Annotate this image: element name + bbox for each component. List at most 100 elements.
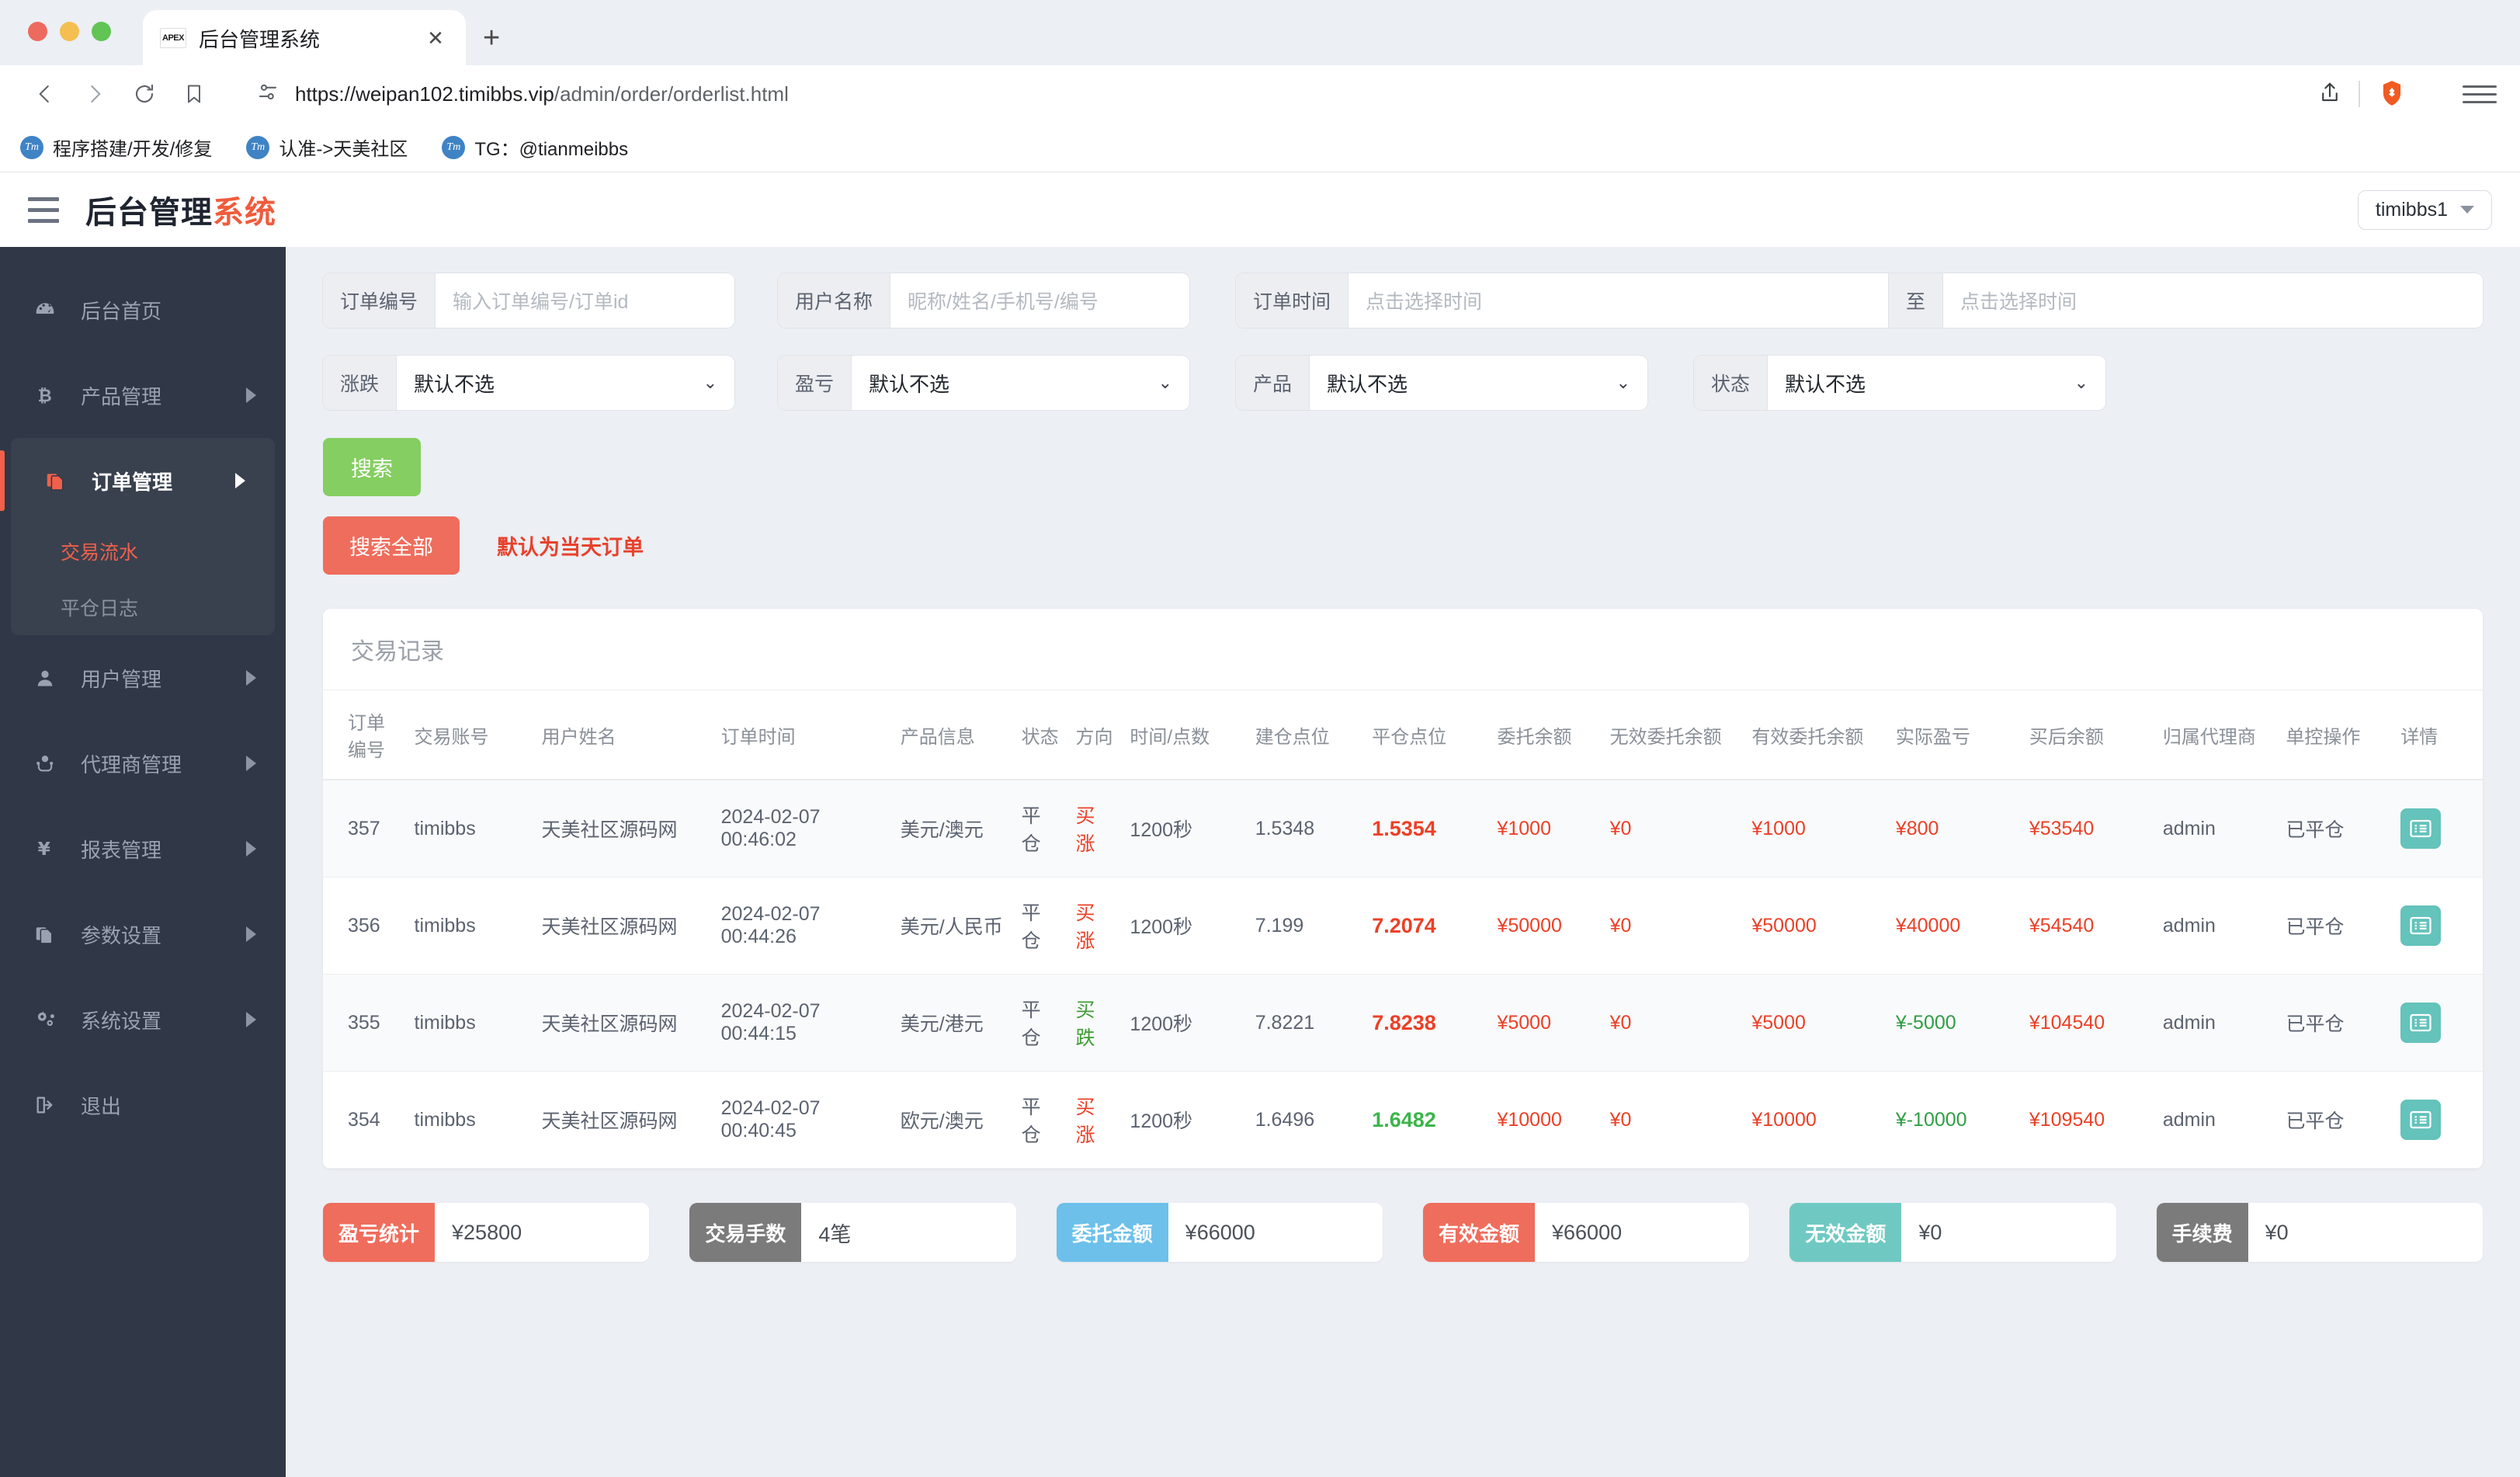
filter-label-user-name: 用户名称 <box>778 273 891 328</box>
sidebar-subitem-label: 交易流水 <box>61 542 139 564</box>
stat-label: 委托金额 <box>1056 1203 1168 1262</box>
user-menu-label: timibbs1 <box>2375 198 2448 221</box>
agent-icon <box>30 752 61 774</box>
stat-label: 手续费 <box>2156 1203 2248 1262</box>
browser-tab[interactable]: APEX 后台管理系统 ✕ <box>143 10 466 66</box>
page-content: 后台管理系统 timibbs1 后台首页 ₿ 产品管理 订单管理 交易流水 平仓… <box>0 172 2520 1477</box>
detail-icon[interactable] <box>2400 905 2442 946</box>
order-no-input[interactable]: 输入订单编号/订单id <box>436 273 734 328</box>
chevron-right-icon <box>235 473 245 488</box>
close-tab-icon[interactable]: ✕ <box>422 26 449 50</box>
site-settings-icon[interactable] <box>256 81 279 108</box>
brave-shields-icon[interactable] <box>2377 78 2408 109</box>
back-icon[interactable] <box>23 72 67 116</box>
chevron-right-icon <box>246 1012 256 1027</box>
col-detail: 详情 <box>2393 690 2483 780</box>
filter-order-time[interactable]: 订单时间 点击选择时间 至 点击选择时间 <box>1236 273 2483 328</box>
order-time-to-input[interactable]: 点击选择时间 <box>1943 273 2483 328</box>
filter-label-order-time: 订单时间 <box>1236 273 1349 328</box>
sidebar-item-order-management[interactable]: 订单管理 <box>0 438 275 523</box>
yen-icon: ¥ <box>30 837 61 860</box>
sidebar-toggle-icon[interactable] <box>28 196 59 223</box>
user-name-input[interactable]: 昵称/姓名/手机号/编号 <box>890 273 1189 328</box>
sidebar-subitem-close-log[interactable]: 平仓日志 <box>11 579 275 635</box>
cell-invalid-entrust: ¥0 <box>1602 877 1744 975</box>
close-window-button[interactable] <box>28 22 47 41</box>
sidebar-item-logout[interactable]: 退出 <box>0 1062 286 1148</box>
sidebar-item-products[interactable]: ₿ 产品管理 <box>0 353 286 438</box>
bitcoin-icon: ₿ <box>30 384 61 407</box>
sidebar: 后台首页 ₿ 产品管理 订单管理 交易流水 平仓日志 用户管理 代理商管理 ¥ … <box>0 247 286 1477</box>
cell-entrust: ¥50000 <box>1489 877 1602 975</box>
minimize-window-button[interactable] <box>60 22 79 41</box>
status-select[interactable]: 默认不选 ⌄ <box>1768 356 2105 410</box>
sidebar-item-params[interactable]: 参数设置 <box>0 891 286 977</box>
table-row[interactable]: 357 timibbs 天美社区源码网 2024-02-07 00:46:02 美元/澳… <box>323 780 2483 878</box>
col-valid-entrust: 有效委托余额 <box>1744 690 1888 780</box>
bookmark-item-0[interactable]: Tm 程序搭建/开发/修复 <box>20 134 212 161</box>
cell-valid-entrust: ¥1000 <box>1744 780 1888 878</box>
sidebar-item-reports[interactable]: ¥ 报表管理 <box>0 806 286 891</box>
address-bar[interactable]: https://weipan102.timibbs.vip/admin/orde… <box>236 71 2428 116</box>
filter-user-name[interactable]: 用户名称 昵称/姓名/手机号/编号 <box>778 273 1189 328</box>
sidebar-item-agents[interactable]: 代理商管理 <box>0 721 286 806</box>
tab-favicon-icon: APEX <box>160 28 186 48</box>
cell-real-pl: ¥800 <box>1887 780 2022 878</box>
filter-product[interactable]: 产品 默认不选 ⌄ <box>1236 356 1647 410</box>
bookmark-favicon-icon: Tm <box>442 135 466 159</box>
cell-real-pl: ¥-5000 <box>1887 974 2022 1072</box>
cell-order-no: 357 <box>323 780 407 878</box>
chevron-down-icon: ⌄ <box>2074 373 2088 392</box>
col-user-name: 用户姓名 <box>533 690 713 780</box>
chevron-down-icon: ⌄ <box>1158 373 1172 392</box>
cell-account: timibbs <box>406 780 534 878</box>
browser-window: APEX 后台管理系统 ✕ + https://weipan102.timibb… <box>0 0 2520 1477</box>
col-order-time: 订单时间 <box>713 690 893 780</box>
updown-select[interactable]: 默认不选 ⌄ <box>397 356 734 410</box>
filter-status[interactable]: 状态 默认不选 ⌄ <box>1694 356 2105 410</box>
col-status: 状态 <box>1013 690 1068 780</box>
reload-icon[interactable] <box>123 72 166 116</box>
detail-icon[interactable] <box>2400 808 2442 849</box>
detail-icon[interactable] <box>2400 1003 2442 1043</box>
chevron-down-icon: ⌄ <box>703 373 717 392</box>
updown-select-value: 默认不选 <box>414 372 495 396</box>
search-all-row: 搜索全部 默认为当天订单 <box>323 516 2483 575</box>
sidebar-subitem-transaction-flow[interactable]: 交易流水 <box>11 523 275 579</box>
profit-loss-select[interactable]: 默认不选 ⌄ <box>852 356 1189 410</box>
bookmark-label: 程序搭建/开发/修复 <box>53 139 213 160</box>
filter-label-profit-loss: 盈亏 <box>778 356 852 410</box>
sidebar-item-users[interactable]: 用户管理 <box>0 635 286 721</box>
table-row[interactable]: 356 timibbs 天美社区源码网 2024-02-07 00:44:26 美元/人… <box>323 877 2483 975</box>
sidebar-item-dashboard[interactable]: 后台首页 <box>0 267 286 353</box>
sidebar-item-system-settings[interactable]: 系统设置 <box>0 977 286 1062</box>
maximize-window-button[interactable] <box>92 22 111 41</box>
cell-single-control: 已平仓 <box>2278 974 2393 1072</box>
chevron-right-icon <box>246 387 256 403</box>
stat-value: ¥0 <box>1901 1203 2116 1262</box>
search-all-button[interactable]: 搜索全部 <box>323 516 460 575</box>
cell-duration: 1200秒 <box>1122 1071 1248 1169</box>
tab-title: 后台管理系统 <box>199 27 321 51</box>
table-row[interactable]: 355 timibbs 天美社区源码网 2024-02-07 00:44:15 美元/港… <box>323 974 2483 1072</box>
share-icon[interactable] <box>2318 81 2341 108</box>
table-row[interactable]: 354 timibbs 天美社区源码网 2024-02-07 00:40:45 欧元/澳… <box>323 1071 2483 1169</box>
cell-product: 欧元/澳元 <box>892 1071 1014 1169</box>
forward-icon[interactable] <box>73 72 116 116</box>
filter-order-no[interactable]: 订单编号 输入订单编号/订单id <box>323 273 734 328</box>
filter-profit-loss[interactable]: 盈亏 默认不选 ⌄ <box>778 356 1189 410</box>
bookmark-icon[interactable] <box>172 72 216 116</box>
profit-loss-select-value: 默认不选 <box>869 372 950 396</box>
col-entrust: 委托余额 <box>1489 690 1602 780</box>
user-menu-button[interactable]: timibbs1 <box>2357 189 2492 230</box>
bookmark-item-1[interactable]: Tm 认准->天美社区 <box>246 134 408 161</box>
order-time-from-input[interactable]: 点击选择时间 <box>1349 273 1888 328</box>
product-select[interactable]: 默认不选 ⌄ <box>1310 356 1647 410</box>
filter-updown[interactable]: 涨跌 默认不选 ⌄ <box>323 356 734 410</box>
detail-icon[interactable] <box>2400 1100 2442 1140</box>
cell-order-time: 2024-02-07 00:44:26 <box>713 877 893 975</box>
new-tab-icon[interactable]: + <box>483 23 500 53</box>
bookmark-item-2[interactable]: Tm TG：@tianmeibbs <box>442 134 628 161</box>
browser-menu-icon[interactable] <box>2463 85 2497 103</box>
search-button[interactable]: 搜索 <box>323 438 421 496</box>
